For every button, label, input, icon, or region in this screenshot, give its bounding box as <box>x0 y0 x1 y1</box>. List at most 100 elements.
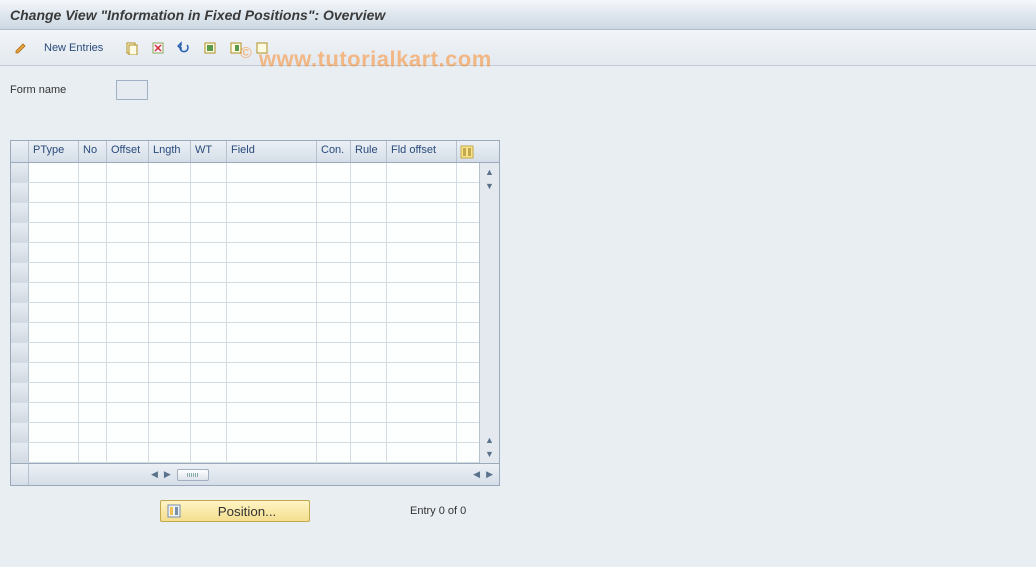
table-cell[interactable] <box>107 443 149 462</box>
table-cell[interactable] <box>317 303 351 322</box>
table-cell[interactable] <box>107 383 149 402</box>
table-row[interactable] <box>11 323 479 343</box>
table-cell[interactable] <box>227 323 317 342</box>
table-cell[interactable] <box>387 343 457 362</box>
table-cell[interactable] <box>191 363 227 382</box>
table-cell[interactable] <box>149 203 191 222</box>
table-cell[interactable] <box>149 283 191 302</box>
table-cell[interactable] <box>29 303 79 322</box>
table-row[interactable] <box>11 343 479 363</box>
row-selector[interactable] <box>11 423 29 442</box>
table-cell[interactable] <box>387 243 457 262</box>
table-cell[interactable] <box>227 283 317 302</box>
table-cell[interactable] <box>107 183 149 202</box>
table-cell[interactable] <box>107 263 149 282</box>
table-cell[interactable] <box>317 443 351 462</box>
column-field[interactable]: Field <box>227 141 317 162</box>
delete-icon[interactable] <box>147 37 169 59</box>
table-cell[interactable] <box>227 343 317 362</box>
table-cell[interactable] <box>149 243 191 262</box>
table-cell[interactable] <box>227 303 317 322</box>
column-wt[interactable]: WT <box>191 141 227 162</box>
table-cell[interactable] <box>107 363 149 382</box>
table-cell[interactable] <box>79 303 107 322</box>
table-config-icon[interactable] <box>457 141 477 162</box>
table-cell[interactable] <box>317 223 351 242</box>
table-cell[interactable] <box>351 243 387 262</box>
table-cell[interactable] <box>387 323 457 342</box>
horizontal-scrollbar[interactable]: ◀ ▶ ◀ ▶ <box>29 469 499 481</box>
table-cell[interactable] <box>191 183 227 202</box>
table-cell[interactable] <box>227 443 317 462</box>
row-selector[interactable] <box>11 163 29 182</box>
table-cell[interactable] <box>351 443 387 462</box>
table-cell[interactable] <box>351 203 387 222</box>
table-cell[interactable] <box>227 423 317 442</box>
copy-icon[interactable] <box>121 37 143 59</box>
scroll-up-icon[interactable]: ▲ <box>485 167 494 177</box>
table-row[interactable] <box>11 283 479 303</box>
form-name-input[interactable] <box>116 80 148 100</box>
table-cell[interactable] <box>149 403 191 422</box>
table-cell[interactable] <box>317 263 351 282</box>
table-cell[interactable] <box>29 363 79 382</box>
table-cell[interactable] <box>149 223 191 242</box>
table-cell[interactable] <box>387 203 457 222</box>
row-selector[interactable] <box>11 323 29 342</box>
table-cell[interactable] <box>317 423 351 442</box>
table-cell[interactable] <box>149 163 191 182</box>
table-cell[interactable] <box>29 243 79 262</box>
table-cell[interactable] <box>191 243 227 262</box>
table-cell[interactable] <box>191 203 227 222</box>
table-row[interactable] <box>11 183 479 203</box>
table-row[interactable] <box>11 263 479 283</box>
table-cell[interactable] <box>107 343 149 362</box>
row-selector[interactable] <box>11 343 29 362</box>
table-cell[interactable] <box>227 383 317 402</box>
table-cell[interactable] <box>387 303 457 322</box>
scroll-right-step-icon[interactable]: ▶ <box>164 469 171 480</box>
table-cell[interactable] <box>317 363 351 382</box>
row-selector[interactable] <box>11 403 29 422</box>
table-cell[interactable] <box>387 403 457 422</box>
table-cell[interactable] <box>191 423 227 442</box>
column-length[interactable]: Lngth <box>149 141 191 162</box>
table-row[interactable] <box>11 243 479 263</box>
table-cell[interactable] <box>79 343 107 362</box>
table-cell[interactable] <box>107 243 149 262</box>
scroll-down-icon[interactable]: ▼ <box>485 449 494 459</box>
table-cell[interactable] <box>79 263 107 282</box>
table-cell[interactable] <box>29 383 79 402</box>
table-cell[interactable] <box>351 363 387 382</box>
column-offset[interactable]: Offset <box>107 141 149 162</box>
table-row[interactable] <box>11 303 479 323</box>
table-cell[interactable] <box>29 263 79 282</box>
table-cell[interactable] <box>227 243 317 262</box>
column-rule[interactable]: Rule <box>351 141 387 162</box>
table-cell[interactable] <box>149 263 191 282</box>
row-selector-footer[interactable] <box>11 464 29 485</box>
table-cell[interactable] <box>227 263 317 282</box>
table-cell[interactable] <box>29 403 79 422</box>
table-cell[interactable] <box>227 203 317 222</box>
table-cell[interactable] <box>29 323 79 342</box>
table-cell[interactable] <box>387 163 457 182</box>
table-cell[interactable] <box>351 163 387 182</box>
table-cell[interactable] <box>149 443 191 462</box>
table-row[interactable] <box>11 363 479 383</box>
table-cell[interactable] <box>79 363 107 382</box>
table-cell[interactable] <box>191 443 227 462</box>
table-cell[interactable] <box>387 183 457 202</box>
table-cell[interactable] <box>29 223 79 242</box>
table-cell[interactable] <box>227 183 317 202</box>
table-cell[interactable] <box>149 423 191 442</box>
scroll-left-icon[interactable]: ◀ <box>151 469 158 480</box>
column-no[interactable]: No <box>79 141 107 162</box>
vertical-scrollbar[interactable]: ▲ ▼ ▲ ▼ <box>479 163 499 463</box>
row-selector[interactable] <box>11 283 29 302</box>
table-cell[interactable] <box>191 383 227 402</box>
table-cell[interactable] <box>351 303 387 322</box>
table-cell[interactable] <box>107 283 149 302</box>
table-cell[interactable] <box>79 403 107 422</box>
new-entries-button[interactable]: New Entries <box>36 39 111 57</box>
